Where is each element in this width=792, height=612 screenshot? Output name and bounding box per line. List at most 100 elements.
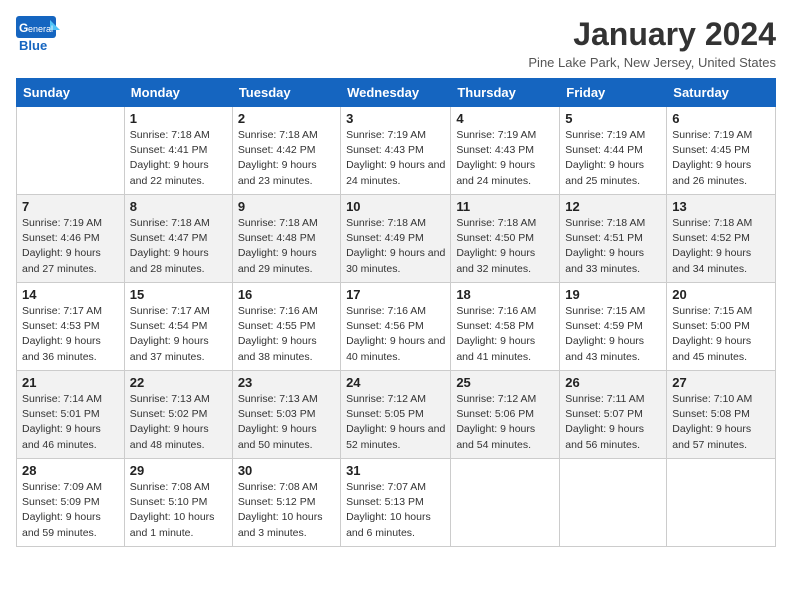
dow-header-thursday: Thursday: [451, 79, 560, 107]
cell-info: Sunrise: 7:19 AM Sunset: 4:45 PM Dayligh…: [672, 128, 770, 189]
calendar-cell: 22Sunrise: 7:13 AM Sunset: 5:02 PM Dayli…: [124, 371, 232, 459]
day-number: 23: [238, 375, 335, 390]
calendar-cell: 30 Sunrise: 7:08 AM Sunset: 5:12 PM Dayli…: [232, 459, 340, 547]
calendar-cell: 18 Sunrise: 7:16 AM Sunset: 4:58 PM Dayli…: [451, 283, 560, 371]
calendar-cell: 27 Sunrise: 7:10 AM Sunset: 5:08 PM Dayli…: [667, 371, 776, 459]
cell-info: Sunrise: 7:18 AM Sunset: 4:49 PM Dayligh…: [346, 216, 445, 277]
day-number: 21: [22, 375, 119, 390]
day-number: 11: [456, 199, 554, 214]
day-number: 2: [238, 111, 335, 126]
cell-info: Sunrise: 7:19 AM Sunset: 4:44 PM Dayligh…: [565, 128, 661, 189]
calendar-cell: 2 Sunrise: 7:18 AM Sunset: 4:42 PM Daylig…: [232, 107, 340, 195]
cell-info: Sunrise: 7:19 AM Sunset: 4:43 PM Dayligh…: [456, 128, 554, 189]
day-number: 27: [672, 375, 770, 390]
calendar-cell: 7 Sunrise: 7:19 AM Sunset: 4:46 PM Daylig…: [17, 195, 125, 283]
calendar-cell: 20 Sunrise: 7:15 AM Sunset: 5:00 PM Dayli…: [667, 283, 776, 371]
calendar-week-row: 21 Sunrise: 7:14 AM Sunset: 5:01 PM Dayli…: [17, 371, 776, 459]
calendar-cell: 5 Sunrise: 7:19 AM Sunset: 4:44 PM Daylig…: [560, 107, 667, 195]
cell-info: Sunrise: 7:16 AM Sunset: 4:58 PM Dayligh…: [456, 304, 554, 365]
cell-info: Sunrise: 7:09 AM Sunset: 5:09 PM Dayligh…: [22, 480, 119, 541]
day-number: 18: [456, 287, 554, 302]
cell-info: Sunrise: 7:16 AM Sunset: 4:55 PM Dayligh…: [238, 304, 335, 365]
calendar-cell: 29Sunrise: 7:08 AM Sunset: 5:10 PM Dayli…: [124, 459, 232, 547]
cell-info: Sunrise: 7:18 AM Sunset: 4:51 PM Dayligh…: [565, 216, 661, 277]
day-number: 4: [456, 111, 554, 126]
day-number: 26: [565, 375, 661, 390]
day-number: 31: [346, 463, 445, 478]
calendar-cell: 26 Sunrise: 7:11 AM Sunset: 5:07 PM Dayli…: [560, 371, 667, 459]
calendar-cell: 10 Sunrise: 7:18 AM Sunset: 4:49 PM Dayli…: [341, 195, 451, 283]
calendar-cell: 19Sunrise: 7:15 AM Sunset: 4:59 PM Dayli…: [560, 283, 667, 371]
calendar-cell: [17, 107, 125, 195]
calendar-cell: 4 Sunrise: 7:19 AM Sunset: 4:43 PM Daylig…: [451, 107, 560, 195]
calendar-week-row: 28Sunrise: 7:09 AM Sunset: 5:09 PM Dayli…: [17, 459, 776, 547]
calendar-cell: 28Sunrise: 7:09 AM Sunset: 5:09 PM Dayli…: [17, 459, 125, 547]
logo-icon: G eneral Blue: [16, 16, 60, 54]
day-number: 7: [22, 199, 119, 214]
calendar-cell: 24 Sunrise: 7:12 AM Sunset: 5:05 PM Dayli…: [341, 371, 451, 459]
title-block: January 2024 Pine Lake Park, New Jersey,…: [528, 16, 776, 70]
calendar-cell: 13 Sunrise: 7:18 AM Sunset: 4:52 PM Dayli…: [667, 195, 776, 283]
day-number: 22: [130, 375, 227, 390]
cell-info: Sunrise: 7:16 AM Sunset: 4:56 PM Dayligh…: [346, 304, 445, 365]
svg-text:eneral: eneral: [28, 24, 53, 34]
day-number: 24: [346, 375, 445, 390]
cell-info: Sunrise: 7:19 AM Sunset: 4:46 PM Dayligh…: [22, 216, 119, 277]
cell-info: Sunrise: 7:18 AM Sunset: 4:48 PM Dayligh…: [238, 216, 335, 277]
cell-info: Sunrise: 7:08 AM Sunset: 5:10 PM Dayligh…: [130, 480, 227, 541]
calendar-cell: 9Sunrise: 7:18 AM Sunset: 4:48 PM Daylig…: [232, 195, 340, 283]
svg-text:Blue: Blue: [19, 38, 47, 53]
day-number: 6: [672, 111, 770, 126]
calendar-week-row: 7 Sunrise: 7:19 AM Sunset: 4:46 PM Daylig…: [17, 195, 776, 283]
page-header: G eneral Blue January 2024 Pine Lake Par…: [16, 16, 776, 70]
cell-info: Sunrise: 7:18 AM Sunset: 4:42 PM Dayligh…: [238, 128, 335, 189]
calendar-cell: 3Sunrise: 7:19 AM Sunset: 4:43 PM Daylig…: [341, 107, 451, 195]
day-number: 3: [346, 111, 445, 126]
calendar-week-row: 14Sunrise: 7:17 AM Sunset: 4:53 PM Dayli…: [17, 283, 776, 371]
cell-info: Sunrise: 7:18 AM Sunset: 4:47 PM Dayligh…: [130, 216, 227, 277]
cell-info: Sunrise: 7:07 AM Sunset: 5:13 PM Dayligh…: [346, 480, 445, 541]
calendar-cell: 11 Sunrise: 7:18 AM Sunset: 4:50 PM Dayli…: [451, 195, 560, 283]
day-number: 5: [565, 111, 661, 126]
day-number: 19: [565, 287, 661, 302]
cell-info: Sunrise: 7:10 AM Sunset: 5:08 PM Dayligh…: [672, 392, 770, 453]
cell-info: Sunrise: 7:15 AM Sunset: 5:00 PM Dayligh…: [672, 304, 770, 365]
day-number: 20: [672, 287, 770, 302]
day-number: 15: [130, 287, 227, 302]
day-number: 30: [238, 463, 335, 478]
calendar-cell: 16 Sunrise: 7:16 AM Sunset: 4:55 PM Dayli…: [232, 283, 340, 371]
cell-info: Sunrise: 7:08 AM Sunset: 5:12 PM Dayligh…: [238, 480, 335, 541]
calendar-cell: 1Sunrise: 7:18 AM Sunset: 4:41 PM Daylig…: [124, 107, 232, 195]
day-number: 10: [346, 199, 445, 214]
dow-header-sunday: Sunday: [17, 79, 125, 107]
calendar-cell: [451, 459, 560, 547]
dow-header-tuesday: Tuesday: [232, 79, 340, 107]
calendar-cell: 17Sunrise: 7:16 AM Sunset: 4:56 PM Dayli…: [341, 283, 451, 371]
calendar-cell: 15Sunrise: 7:17 AM Sunset: 4:54 PM Dayli…: [124, 283, 232, 371]
calendar-cell: 31 Sunrise: 7:07 AM Sunset: 5:13 PM Dayli…: [341, 459, 451, 547]
cell-info: Sunrise: 7:14 AM Sunset: 5:01 PM Dayligh…: [22, 392, 119, 453]
cell-info: Sunrise: 7:11 AM Sunset: 5:07 PM Dayligh…: [565, 392, 661, 453]
dow-header-saturday: Saturday: [667, 79, 776, 107]
dow-header-monday: Monday: [124, 79, 232, 107]
calendar-cell: 14Sunrise: 7:17 AM Sunset: 4:53 PM Dayli…: [17, 283, 125, 371]
day-number: 14: [22, 287, 119, 302]
day-number: 16: [238, 287, 335, 302]
day-number: 13: [672, 199, 770, 214]
cell-info: Sunrise: 7:18 AM Sunset: 4:41 PM Dayligh…: [130, 128, 227, 189]
svg-text:G: G: [19, 21, 28, 35]
calendar-cell: 23Sunrise: 7:13 AM Sunset: 5:03 PM Dayli…: [232, 371, 340, 459]
cell-info: Sunrise: 7:18 AM Sunset: 4:52 PM Dayligh…: [672, 216, 770, 277]
cell-info: Sunrise: 7:18 AM Sunset: 4:50 PM Dayligh…: [456, 216, 554, 277]
cell-info: Sunrise: 7:12 AM Sunset: 5:05 PM Dayligh…: [346, 392, 445, 453]
calendar-cell: 6 Sunrise: 7:19 AM Sunset: 4:45 PM Daylig…: [667, 107, 776, 195]
location: Pine Lake Park, New Jersey, United State…: [528, 55, 776, 70]
month-title: January 2024: [528, 16, 776, 53]
day-number: 25: [456, 375, 554, 390]
dow-header-wednesday: Wednesday: [341, 79, 451, 107]
cell-info: Sunrise: 7:12 AM Sunset: 5:06 PM Dayligh…: [456, 392, 554, 453]
calendar-cell: [560, 459, 667, 547]
dow-header-friday: Friday: [560, 79, 667, 107]
calendar-week-row: 1Sunrise: 7:18 AM Sunset: 4:41 PM Daylig…: [17, 107, 776, 195]
calendar-cell: 12Sunrise: 7:18 AM Sunset: 4:51 PM Dayli…: [560, 195, 667, 283]
